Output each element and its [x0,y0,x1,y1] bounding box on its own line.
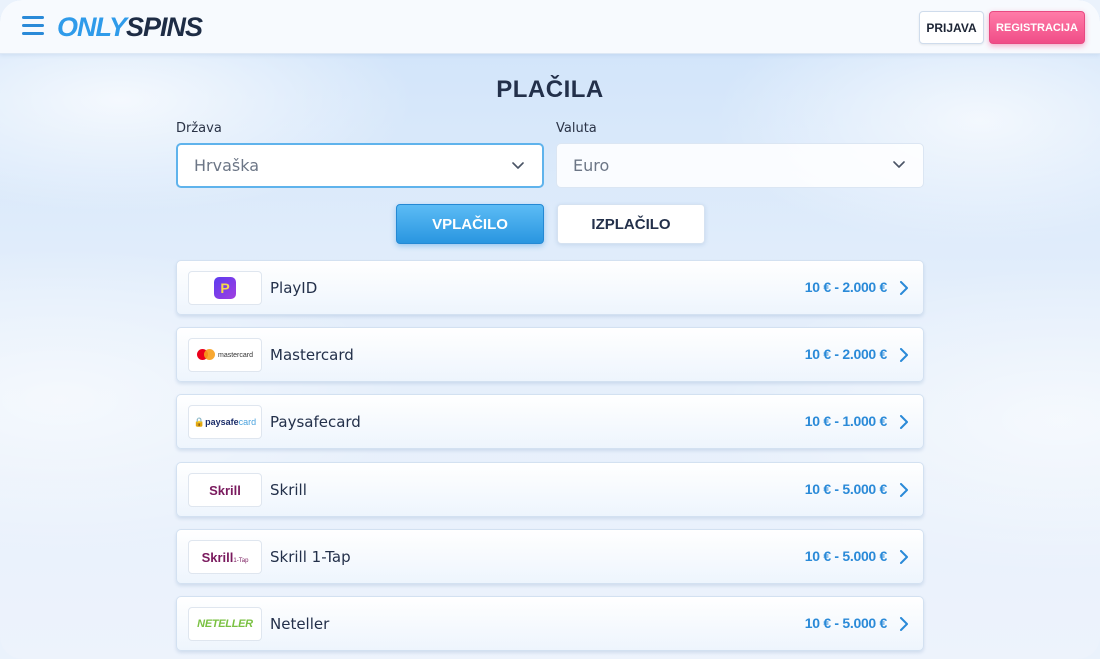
method-range: 10 € - 5.000 € [804,548,888,564]
method-name: Mastercard [270,346,354,364]
method-name: Skrill [270,481,307,499]
brand-logo[interactable]: ONLY SPINS [57,10,203,44]
paysafecard-logo-text-a: paysafe [205,416,239,427]
mastercard-logo: mastercard [188,338,262,372]
skrill-1-tap-logo: Skrill1-Tap [188,540,262,574]
lock-icon: 🔒 [193,416,206,427]
method-range: 10 € - 5.000 € [804,481,888,497]
chevron-right-icon [900,617,908,631]
hamburger-menu-icon[interactable] [22,16,44,36]
page-title: PLAČILA [496,76,604,103]
mastercard-circles-icon [196,349,215,361]
chevron-down-icon [893,161,905,168]
payment-method-neteller[interactable]: NETELLER Neteller 10 € - 5.000 € [176,596,924,651]
method-name: PlayID [270,279,318,297]
currency-label: Valuta [556,121,597,136]
method-range: 10 € - 2.000 € [804,346,888,362]
chevron-down-icon [512,162,524,169]
country-label: Država [176,121,222,136]
skrill-logo: Skrill [188,473,262,507]
payment-method-mastercard[interactable]: mastercard Mastercard 10 € - 2.000 € [176,327,924,382]
chevron-right-icon [900,348,908,362]
tab-withdrawal[interactable]: IZPLAČILO [557,204,705,244]
top-header: ONLY SPINS PRIJAVA REGISTRACIJA [0,0,1100,54]
skrill-1-tap-logo-sub: 1-Tap [233,557,249,564]
chevron-right-icon [900,483,908,497]
country-select-value: Hrvaška [194,156,260,175]
login-button[interactable]: PRIJAVA [919,11,984,44]
tab-deposit[interactable]: VPLAČILO [396,204,544,244]
playid-icon: P [214,277,236,299]
mastercard-logo-text: mastercard [217,351,253,359]
logo-spins-text: SPINS [126,11,203,42]
chevron-right-icon [900,281,908,295]
chevron-right-icon [900,550,908,564]
payment-method-skrill[interactable]: Skrill Skrill 10 € - 5.000 € [176,462,924,517]
skrill-1-tap-logo-text: Skrill [201,549,234,565]
payment-method-playid[interactable]: P PlayID 10 € - 2.000 € [176,260,924,315]
method-name: Skrill 1-Tap [270,548,351,566]
paysafecard-logo: 🔒paysafecard [188,405,262,439]
currency-select[interactable]: Euro [556,143,924,188]
neteller-logo: NETELLER [188,607,262,641]
skrill-logo-text: Skrill [209,482,241,498]
method-name: Neteller [270,615,330,633]
method-name: Paysafecard [270,413,361,431]
chevron-right-icon [900,415,908,429]
method-range: 10 € - 2.000 € [804,279,888,295]
playid-logo: P [188,271,262,305]
country-select[interactable]: Hrvaška [176,143,544,188]
method-range: 10 € - 1.000 € [804,413,888,429]
page-background: ONLY SPINS PRIJAVA REGISTRACIJA PLAČILA D… [0,0,1100,659]
paysafecard-logo-text-b: card [238,416,257,427]
payment-method-skrill-1-tap[interactable]: Skrill1-Tap Skrill 1-Tap 10 € - 5.000 € [176,529,924,584]
payment-method-paysafecard[interactable]: 🔒paysafecard Paysafecard 10 € - 1.000 € [176,394,924,449]
currency-select-value: Euro [573,156,610,175]
method-range: 10 € - 5.000 € [804,615,888,631]
neteller-logo-text: NETELLER [197,618,253,630]
register-button[interactable]: REGISTRACIJA [989,11,1085,44]
logo-only-text: ONLY [57,11,127,42]
